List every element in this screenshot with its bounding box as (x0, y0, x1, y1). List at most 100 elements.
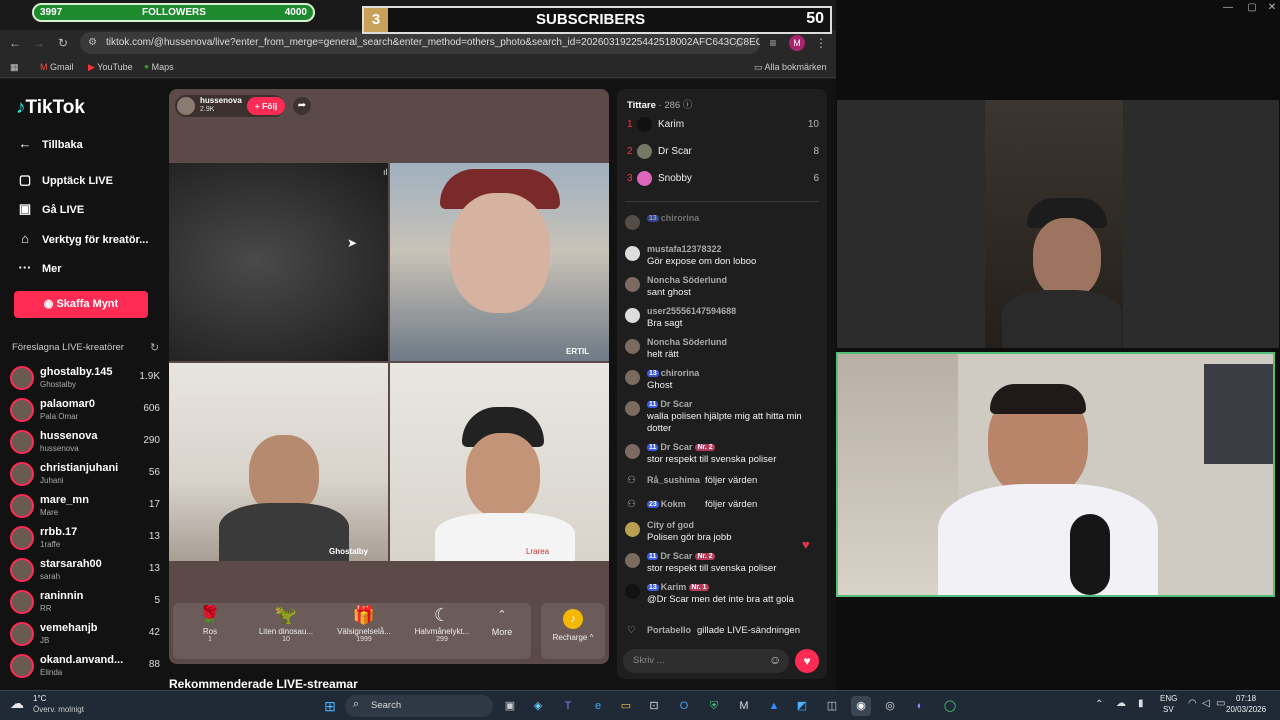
obs-icon[interactable]: ◎ (880, 696, 900, 716)
ranking-row[interactable]: 2 Dr Scar 8 (625, 144, 819, 166)
avatar (10, 430, 34, 454)
chat-input[interactable]: Skriv ... ☺ (623, 649, 789, 673)
bookmark-star-icon[interactable]: ☆ (730, 34, 748, 52)
face-shape (1033, 218, 1101, 298)
language-indicator[interactable]: ENG (1160, 694, 1177, 703)
creator-item[interactable]: okand.anvand... Elinda 88 (10, 653, 160, 683)
url-bar[interactable]: ⚙ tiktok.com/@hussenova/live?enter_from_… (80, 32, 760, 54)
creator-item[interactable]: raninnin RR 5 (10, 589, 160, 619)
bookmark-youtube[interactable]: ▶ YouTube (88, 60, 133, 74)
gallery-icon[interactable]: ◩ (792, 696, 812, 716)
minimize-icon[interactable]: — (1218, 2, 1238, 16)
viewers-header[interactable]: Tittare · 286 ⓘ (627, 97, 692, 111)
capture-icon[interactable]: ◫ (822, 696, 842, 716)
maps-pin-icon: ⌖ (144, 62, 150, 72)
body-shape (1002, 290, 1122, 348)
like-heart-button[interactable]: ♥ (795, 649, 819, 673)
windows-start-icon[interactable]: ⊞ (320, 696, 340, 716)
gift-dinosaur[interactable]: 🦖 Liten dinosau... 10 (253, 603, 319, 643)
forward-arrow-icon[interactable]: → (30, 34, 48, 52)
more-gifts-button[interactable]: ⌃ More (477, 603, 527, 637)
cloud-sync-icon[interactable]: ☁ (1116, 698, 1126, 709)
tiktok-live-page: ♪TikTok ← Tillbaka ▢ Upptäck LIVE ▣ Gå LIVE… (0, 79, 836, 690)
search-box[interactable]: ⌕ Search (345, 695, 493, 717)
photos-icon[interactable]: ▲ (764, 696, 784, 716)
avatar (625, 522, 640, 537)
battery-icon[interactable]: ▭ (1216, 698, 1225, 709)
all-bookmarks[interactable]: ▭ Alla bokmärken (754, 60, 827, 74)
creator-item[interactable]: hussenova hussenova 290 (10, 429, 160, 459)
creator-item[interactable]: rrbb.17 1raffe 13 (10, 525, 160, 555)
whatsapp-icon[interactable]: ◯ (940, 696, 960, 716)
nav-more[interactable]: ··· Mer (16, 260, 62, 275)
chat-message: Noncha Söderlund sant ghost (625, 275, 820, 303)
host-name[interactable]: hussenova (200, 96, 242, 105)
creator-item[interactable]: palaomar0 Pala Omar 606 (10, 397, 160, 427)
host-avatar[interactable] (177, 97, 195, 115)
volume-icon[interactable]: ◁ (1202, 698, 1210, 709)
gift-rose[interactable]: 🌹 Ros 1 (177, 603, 243, 643)
file-explorer-icon[interactable]: ▭ (616, 696, 636, 716)
bookmark-maps[interactable]: ⌖ Maps (144, 60, 174, 74)
guest-tile-man-sunglasses[interactable]: Ghostalby (169, 363, 388, 561)
close-icon[interactable]: ✕ (1262, 2, 1280, 16)
chat-message: user25556147594688 Bra sagt (625, 306, 820, 334)
recharge-button[interactable]: ♪ Recharge ^ (541, 603, 605, 659)
back-arrow-icon[interactable]: ← (6, 34, 24, 52)
outlook-icon[interactable]: O (674, 696, 694, 716)
creator-item[interactable]: mare_mn Mare 17 (10, 493, 160, 523)
get-coins-button[interactable]: ◉ Skaffa Mynt (14, 291, 148, 318)
refresh-icon[interactable]: ↻ (150, 341, 159, 354)
edge-icon[interactable]: e (588, 696, 608, 716)
discord-icon[interactable]: ◐ (910, 696, 930, 716)
live-video-player[interactable]: hussenova 2.9K + Följ ➦ ılı ERTIL Ghosta… (169, 89, 609, 664)
tiktok-logo[interactable]: ♪TikTok (16, 97, 85, 119)
chevron-up-icon[interactable]: ⌃ (1095, 699, 1103, 710)
reload-icon[interactable]: ↻ (54, 34, 72, 52)
shield-icon[interactable]: ⛨ (704, 696, 724, 716)
site-info-icon[interactable]: ⚙ (88, 32, 97, 54)
gift-blessing-box[interactable]: 🎁 Välsignelselå... 1999 (331, 603, 397, 643)
chrome-icon[interactable]: ◉ (851, 696, 871, 716)
wifi-icon[interactable]: ◠ (1188, 698, 1197, 709)
apps-grid-icon[interactable]: ▦ (10, 60, 19, 74)
nav-discover-live[interactable]: ▢ Upptäck LIVE (16, 172, 113, 188)
guest-tile-man-beanie[interactable]: Lrarea (390, 363, 609, 561)
share-icon[interactable]: ➦ (293, 97, 311, 115)
avatar (10, 366, 34, 390)
emoji-icon[interactable]: ☺ (769, 653, 781, 667)
chat-message: mustafa12378322 Gör expose om don loboo (625, 244, 820, 272)
nav-go-live[interactable]: ▣ Gå LIVE (16, 201, 84, 217)
nav-creator-tools[interactable]: ⌂ Verktyg för kreatör... (16, 231, 148, 246)
teams-icon[interactable]: T (558, 696, 578, 716)
back-link[interactable]: ← Tillbaka (16, 136, 83, 151)
chat-message: Noncha Söderlund helt rätt (625, 337, 820, 365)
guest-tile-dark[interactable]: ılı (169, 163, 388, 361)
ranking-row[interactable]: 3 Snobby 6 (625, 171, 819, 193)
creator-item[interactable]: ghostalby.145 Ghostalby 1.9K (10, 365, 160, 395)
chat-message: ⚇ Rå_sushima följer värden (627, 475, 758, 486)
task-view-icon[interactable]: ▣ (500, 696, 520, 716)
browser-menu-icon[interactable]: ⋮ (812, 34, 830, 52)
m365-icon[interactable]: M (734, 696, 754, 716)
guest-tile-man-glasses[interactable]: ERTIL (390, 163, 609, 361)
creator-item[interactable]: vemehanjb JB 42 (10, 621, 160, 651)
store-icon[interactable]: ⊡ (644, 696, 664, 716)
follow-button[interactable]: + Följ (247, 97, 285, 115)
info-icon[interactable]: ⓘ (683, 100, 693, 111)
clock[interactable]: 07:18 (1236, 694, 1256, 703)
mic-tray-icon[interactable]: ▮ (1138, 698, 1144, 709)
creator-item[interactable]: christianjuhani Juhani 56 (10, 461, 160, 491)
body-shape (938, 484, 1158, 595)
browser-window: ← → ↻ ⚙ tiktok.com/@hussenova/live?enter… (0, 0, 836, 690)
avatar (625, 553, 640, 568)
gift-crescent-lantern[interactable]: ☾ Halvmånelykt... 299 (409, 603, 475, 643)
creator-item[interactable]: starsarah00 sarah 13 (10, 557, 160, 587)
ranking-row[interactable]: 1 Karim 10 (625, 117, 819, 139)
copilot-icon[interactable]: ◈ (528, 696, 548, 716)
tab-search-icon[interactable]: ≡ (764, 34, 782, 52)
bookmark-gmail[interactable]: M Gmail (40, 60, 74, 74)
maximize-icon[interactable]: ▢ (1242, 2, 1262, 16)
profile-avatar[interactable]: M (789, 35, 805, 51)
avatar (625, 584, 640, 599)
